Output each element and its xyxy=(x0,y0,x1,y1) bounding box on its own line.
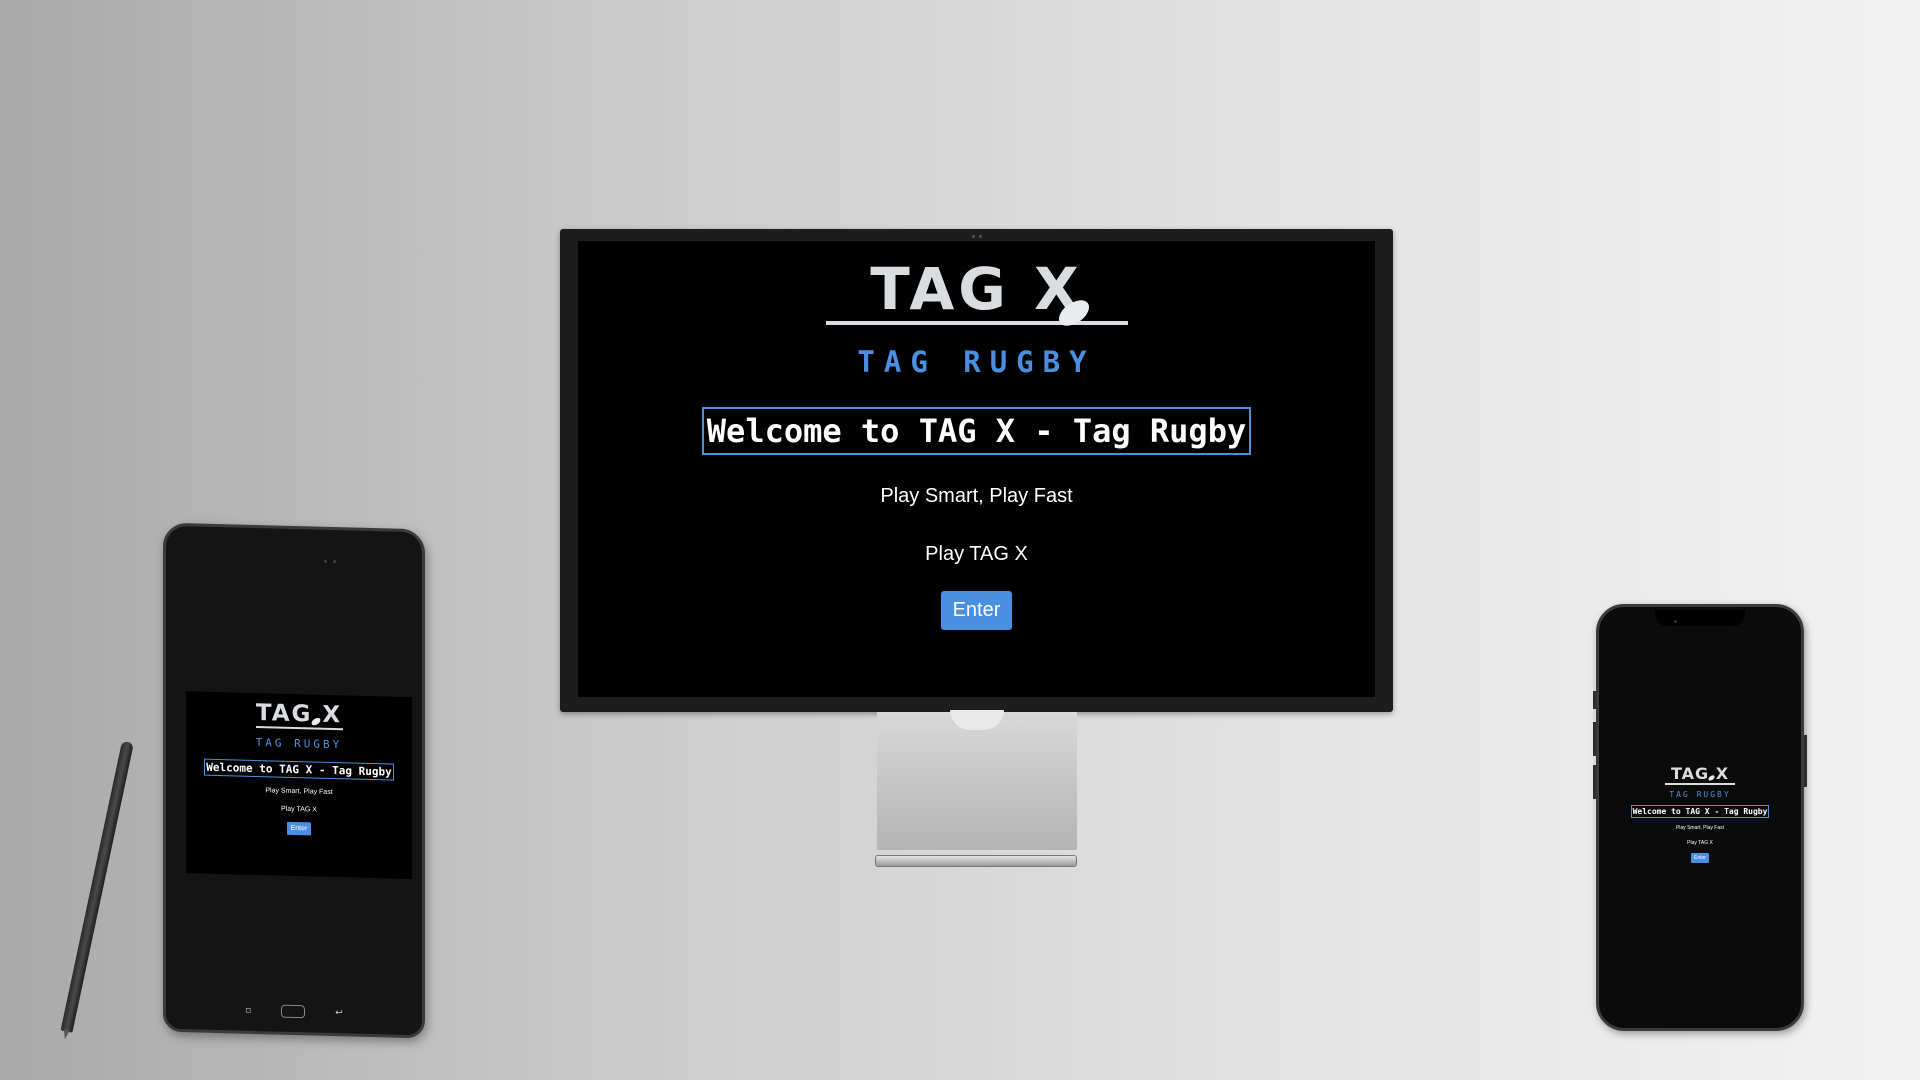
tagx-logo: TAG X TAG RUGBY xyxy=(255,700,343,752)
home-button[interactable] xyxy=(281,1004,306,1019)
tagline-primary: Play Smart, Play Fast xyxy=(880,485,1073,507)
enter-button[interactable]: Enter xyxy=(940,591,1013,630)
tablet-device: TAG X TAG RUGBY Welcome to TAG X - Tag R… xyxy=(163,522,425,1039)
phone-volume-down xyxy=(1593,765,1596,799)
back-icon[interactable]: ↩ xyxy=(335,1008,343,1018)
phone-notch xyxy=(1655,610,1745,626)
logo-subtitle: TAG RUGBY xyxy=(255,735,343,752)
logo-subtitle: TAG RUGBY xyxy=(1669,790,1731,799)
tagline-primary: Play Smart, Play Fast xyxy=(1675,825,1725,831)
monitor-stand-base xyxy=(875,855,1077,867)
tablet-sensors xyxy=(324,559,336,564)
tagx-logo: TAG X TAG RUGBY xyxy=(825,259,1128,379)
tagx-logo: TAG X TAG RUGBY xyxy=(1665,765,1735,799)
desktop-monitor: TAG X TAG RUGBY Welcome to TAG X - Tag R… xyxy=(560,229,1393,712)
tagline-primary: Play Smart, Play Fast xyxy=(265,787,333,797)
site-landing-tablet: TAG X TAG RUGBY Welcome to TAG X - Tag R… xyxy=(186,691,412,880)
site-landing-phone: TAG X TAG RUGBY Welcome to TAG X - Tag R… xyxy=(1605,757,1795,877)
tagline-secondary: Play TAG X xyxy=(925,543,1028,565)
tablet-screen: TAG X TAG RUGBY Welcome to TAG X - Tag R… xyxy=(186,691,412,880)
tablet-nav-bar: ▫ ↩ xyxy=(166,1002,422,1022)
site-landing: TAG X TAG RUGBY Welcome to TAG X - Tag R… xyxy=(578,241,1375,697)
phone-screen: TAG X TAG RUGBY Welcome to TAG X - Tag R… xyxy=(1605,757,1795,877)
tagline-secondary: Play TAG X xyxy=(281,805,317,814)
logo-wordmark: TAG X xyxy=(255,700,343,729)
phone-power-button xyxy=(1804,735,1807,787)
stylus-pen xyxy=(60,740,134,1033)
monitor-stand xyxy=(877,712,1077,850)
enter-button[interactable]: Enter xyxy=(1691,853,1709,863)
tagline-secondary: Play TAG X xyxy=(1687,840,1713,846)
phone-volume-up xyxy=(1593,722,1596,756)
phone-mute-switch xyxy=(1593,691,1596,709)
logo-wordmark: TAG X xyxy=(870,259,1094,331)
welcome-heading: Welcome to TAG X - Tag Rugby xyxy=(1630,805,1770,818)
welcome-heading: Welcome to TAG X - Tag Rugby xyxy=(701,407,1252,455)
monitor-screen: TAG X TAG RUGBY Welcome to TAG X - Tag R… xyxy=(578,241,1375,697)
logo-underline xyxy=(1665,783,1735,785)
phone-camera xyxy=(1674,620,1677,623)
recent-apps-icon[interactable]: ▫ xyxy=(245,1005,251,1015)
welcome-heading: Welcome to TAG X - Tag Rugby xyxy=(204,758,394,781)
enter-button[interactable]: Enter xyxy=(286,821,312,836)
monitor-camera xyxy=(972,235,982,238)
smartphone-device: TAG X TAG RUGBY Welcome to TAG X - Tag R… xyxy=(1593,604,1807,1031)
logo-subtitle: TAG RUGBY xyxy=(857,345,1096,379)
logo-wordmark: TAG X xyxy=(1670,764,1730,783)
